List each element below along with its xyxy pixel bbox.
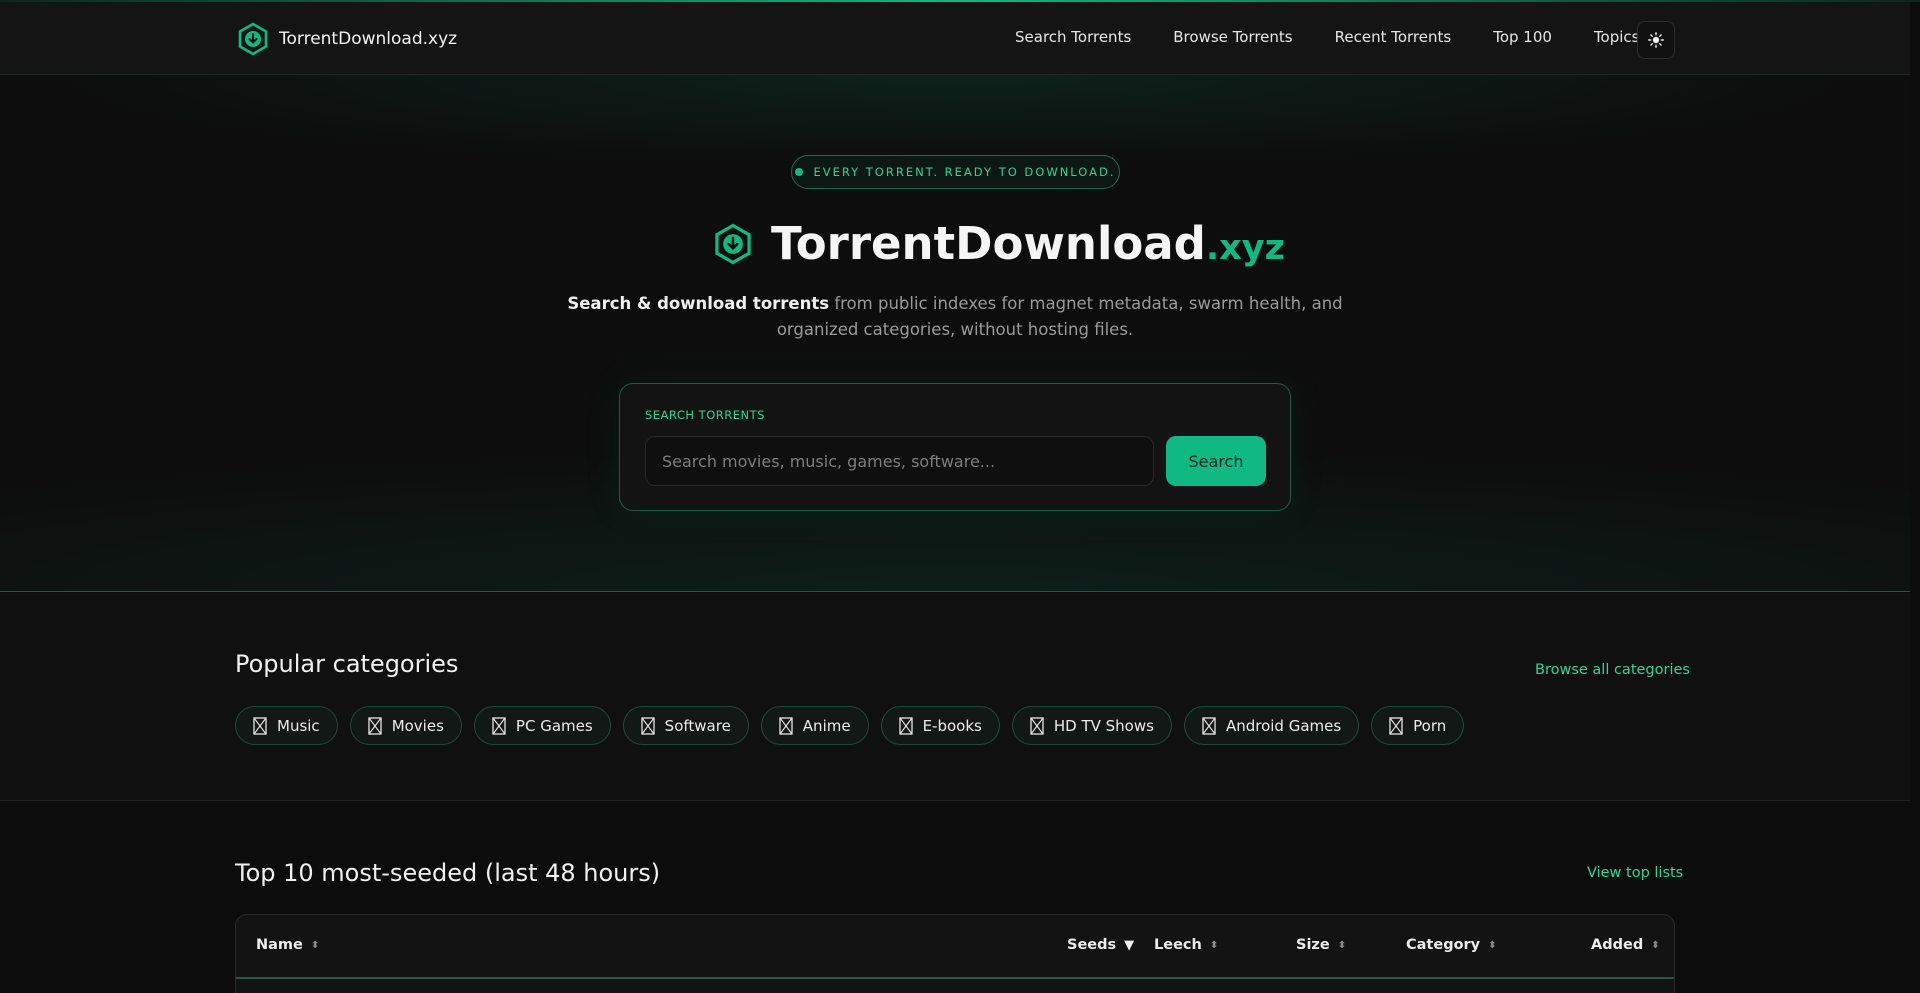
browse-all-categories-link[interactable]: Browse all categories	[1535, 662, 1690, 678]
broken-image-icon	[253, 716, 267, 735]
category-chip[interactable]: E-books	[880, 706, 1000, 745]
tagline-badge: EVERY TORRENT. READY TO DOWNLOAD.	[791, 155, 1120, 189]
popular-categories-title: Popular categories	[235, 650, 459, 678]
hero-title-tld: .xyz	[1205, 227, 1285, 268]
category-chip-label: PC Games	[515, 716, 593, 735]
theme-toggle-button[interactable]	[1637, 21, 1675, 59]
category-chip[interactable]: Movies	[349, 706, 462, 745]
column-category[interactable]: Category ⬍	[1406, 937, 1497, 953]
category-chip[interactable]: Porn	[1371, 706, 1465, 745]
column-name[interactable]: Name ⬍	[256, 937, 319, 953]
top-seeded-title: Top 10 most-seeded (last 48 hours)	[235, 859, 661, 887]
nav-top-100[interactable]: Top 100	[1493, 28, 1552, 46]
category-chip-label: E-books	[922, 716, 982, 735]
sort-icon: ⬍	[1488, 939, 1497, 951]
popular-categories-section: Popular categories Browse all categories…	[0, 593, 1910, 801]
category-chip-label: Android Games	[1225, 716, 1342, 735]
category-chip-label: Software	[664, 716, 731, 735]
table-header: Name ⬍ Seeds ▼ Leech ⬍ Size ⬍ Category ⬍ Adde…	[236, 915, 1674, 979]
sort-icon: ⬍	[1209, 939, 1219, 951]
column-size-label: Size	[1296, 937, 1330, 953]
broken-image-icon	[1389, 716, 1403, 735]
category-chip[interactable]: Anime	[760, 706, 869, 745]
nav-search-torrents[interactable]: Search Torrents	[1015, 28, 1131, 46]
hero-description: Search & download torrents from public i…	[560, 291, 1350, 343]
category-chip[interactable]: Software	[622, 706, 749, 745]
column-seeds-label: Seeds	[1067, 937, 1117, 953]
nav-browse-torrents[interactable]: Browse Torrents	[1173, 28, 1292, 46]
status-dot-icon	[795, 168, 804, 176]
brand-logo-link[interactable]: TorrentDownload.xyz	[237, 22, 457, 56]
hero-title: TorrentDownload .xyz	[713, 217, 1285, 270]
hero-section: EVERY TORRENT. READY TO DOWNLOAD. Torren…	[0, 75, 1910, 592]
column-category-label: Category	[1406, 937, 1481, 953]
broken-image-icon	[492, 716, 506, 735]
column-size[interactable]: Size ⬍	[1296, 937, 1346, 953]
sort-icon: ⬍	[1651, 939, 1660, 951]
search-button[interactable]: Search	[1166, 436, 1266, 486]
site-header: TorrentDownload.xyz Search Torrents Brow…	[0, 2, 1910, 75]
category-chip[interactable]: HD TV Shows	[1011, 706, 1172, 745]
top-seeded-section: Top 10 most-seeded (last 48 hours) View …	[0, 802, 1910, 993]
category-chip-label: HD TV Shows	[1053, 716, 1154, 735]
broken-image-icon	[779, 716, 793, 735]
sort-icon: ⬍	[310, 939, 320, 951]
category-chip-list: Music Movies PC Games Software Anime E-books H…	[235, 706, 1476, 745]
nav-recent-torrents[interactable]: Recent Torrents	[1335, 28, 1452, 46]
search-label: SEARCH TORRENTS	[645, 408, 765, 422]
main-nav: Search Torrents Browse Torrents Recent T…	[1015, 28, 1681, 46]
brand-name: TorrentDownload.xyz	[279, 29, 458, 49]
broken-image-icon	[1030, 716, 1044, 735]
category-chip-label: Porn	[1413, 716, 1447, 735]
hexagon-download-icon	[238, 22, 268, 56]
category-chip-label: Music	[277, 716, 320, 735]
column-name-label: Name	[256, 937, 303, 953]
category-chip[interactable]: PC Games	[473, 706, 611, 745]
sun-icon	[1648, 32, 1664, 48]
view-top-lists-link[interactable]: View top lists	[1587, 865, 1683, 881]
sort-desc-icon: ▼	[1124, 937, 1135, 953]
category-chip-label: Movies	[391, 716, 444, 735]
column-added[interactable]: Added ⬍	[1591, 937, 1660, 953]
broken-image-icon	[1202, 716, 1216, 735]
column-leech-label: Leech	[1154, 937, 1202, 953]
top-seeded-table: Name ⬍ Seeds ▼ Leech ⬍ Size ⬍ Category ⬍ Adde…	[235, 914, 1675, 993]
column-added-label: Added	[1591, 937, 1644, 953]
hero-description-bold: Search & download torrents	[567, 294, 830, 313]
nav-topics[interactable]: Topics	[1594, 28, 1640, 46]
search-input[interactable]	[645, 436, 1154, 486]
sort-icon: ⬍	[1337, 939, 1347, 951]
category-chip[interactable]: Android Games	[1183, 706, 1360, 745]
category-chip[interactable]: Music	[235, 706, 338, 745]
column-seeds[interactable]: Seeds ▼	[1067, 937, 1134, 953]
broken-image-icon	[641, 716, 655, 735]
broken-image-icon	[898, 716, 913, 735]
category-chip-label: Anime	[802, 716, 851, 735]
hexagon-download-icon	[715, 223, 751, 264]
hero-description-rest: from public indexes for magnet metadata,…	[776, 294, 1343, 339]
search-card: SEARCH TORRENTS Search	[619, 383, 1291, 511]
hero-title-main: TorrentDownload	[771, 217, 1206, 270]
broken-image-icon	[368, 716, 382, 735]
column-leech[interactable]: Leech ⬍	[1154, 937, 1218, 953]
tagline-text: EVERY TORRENT. READY TO DOWNLOAD.	[813, 165, 1116, 179]
